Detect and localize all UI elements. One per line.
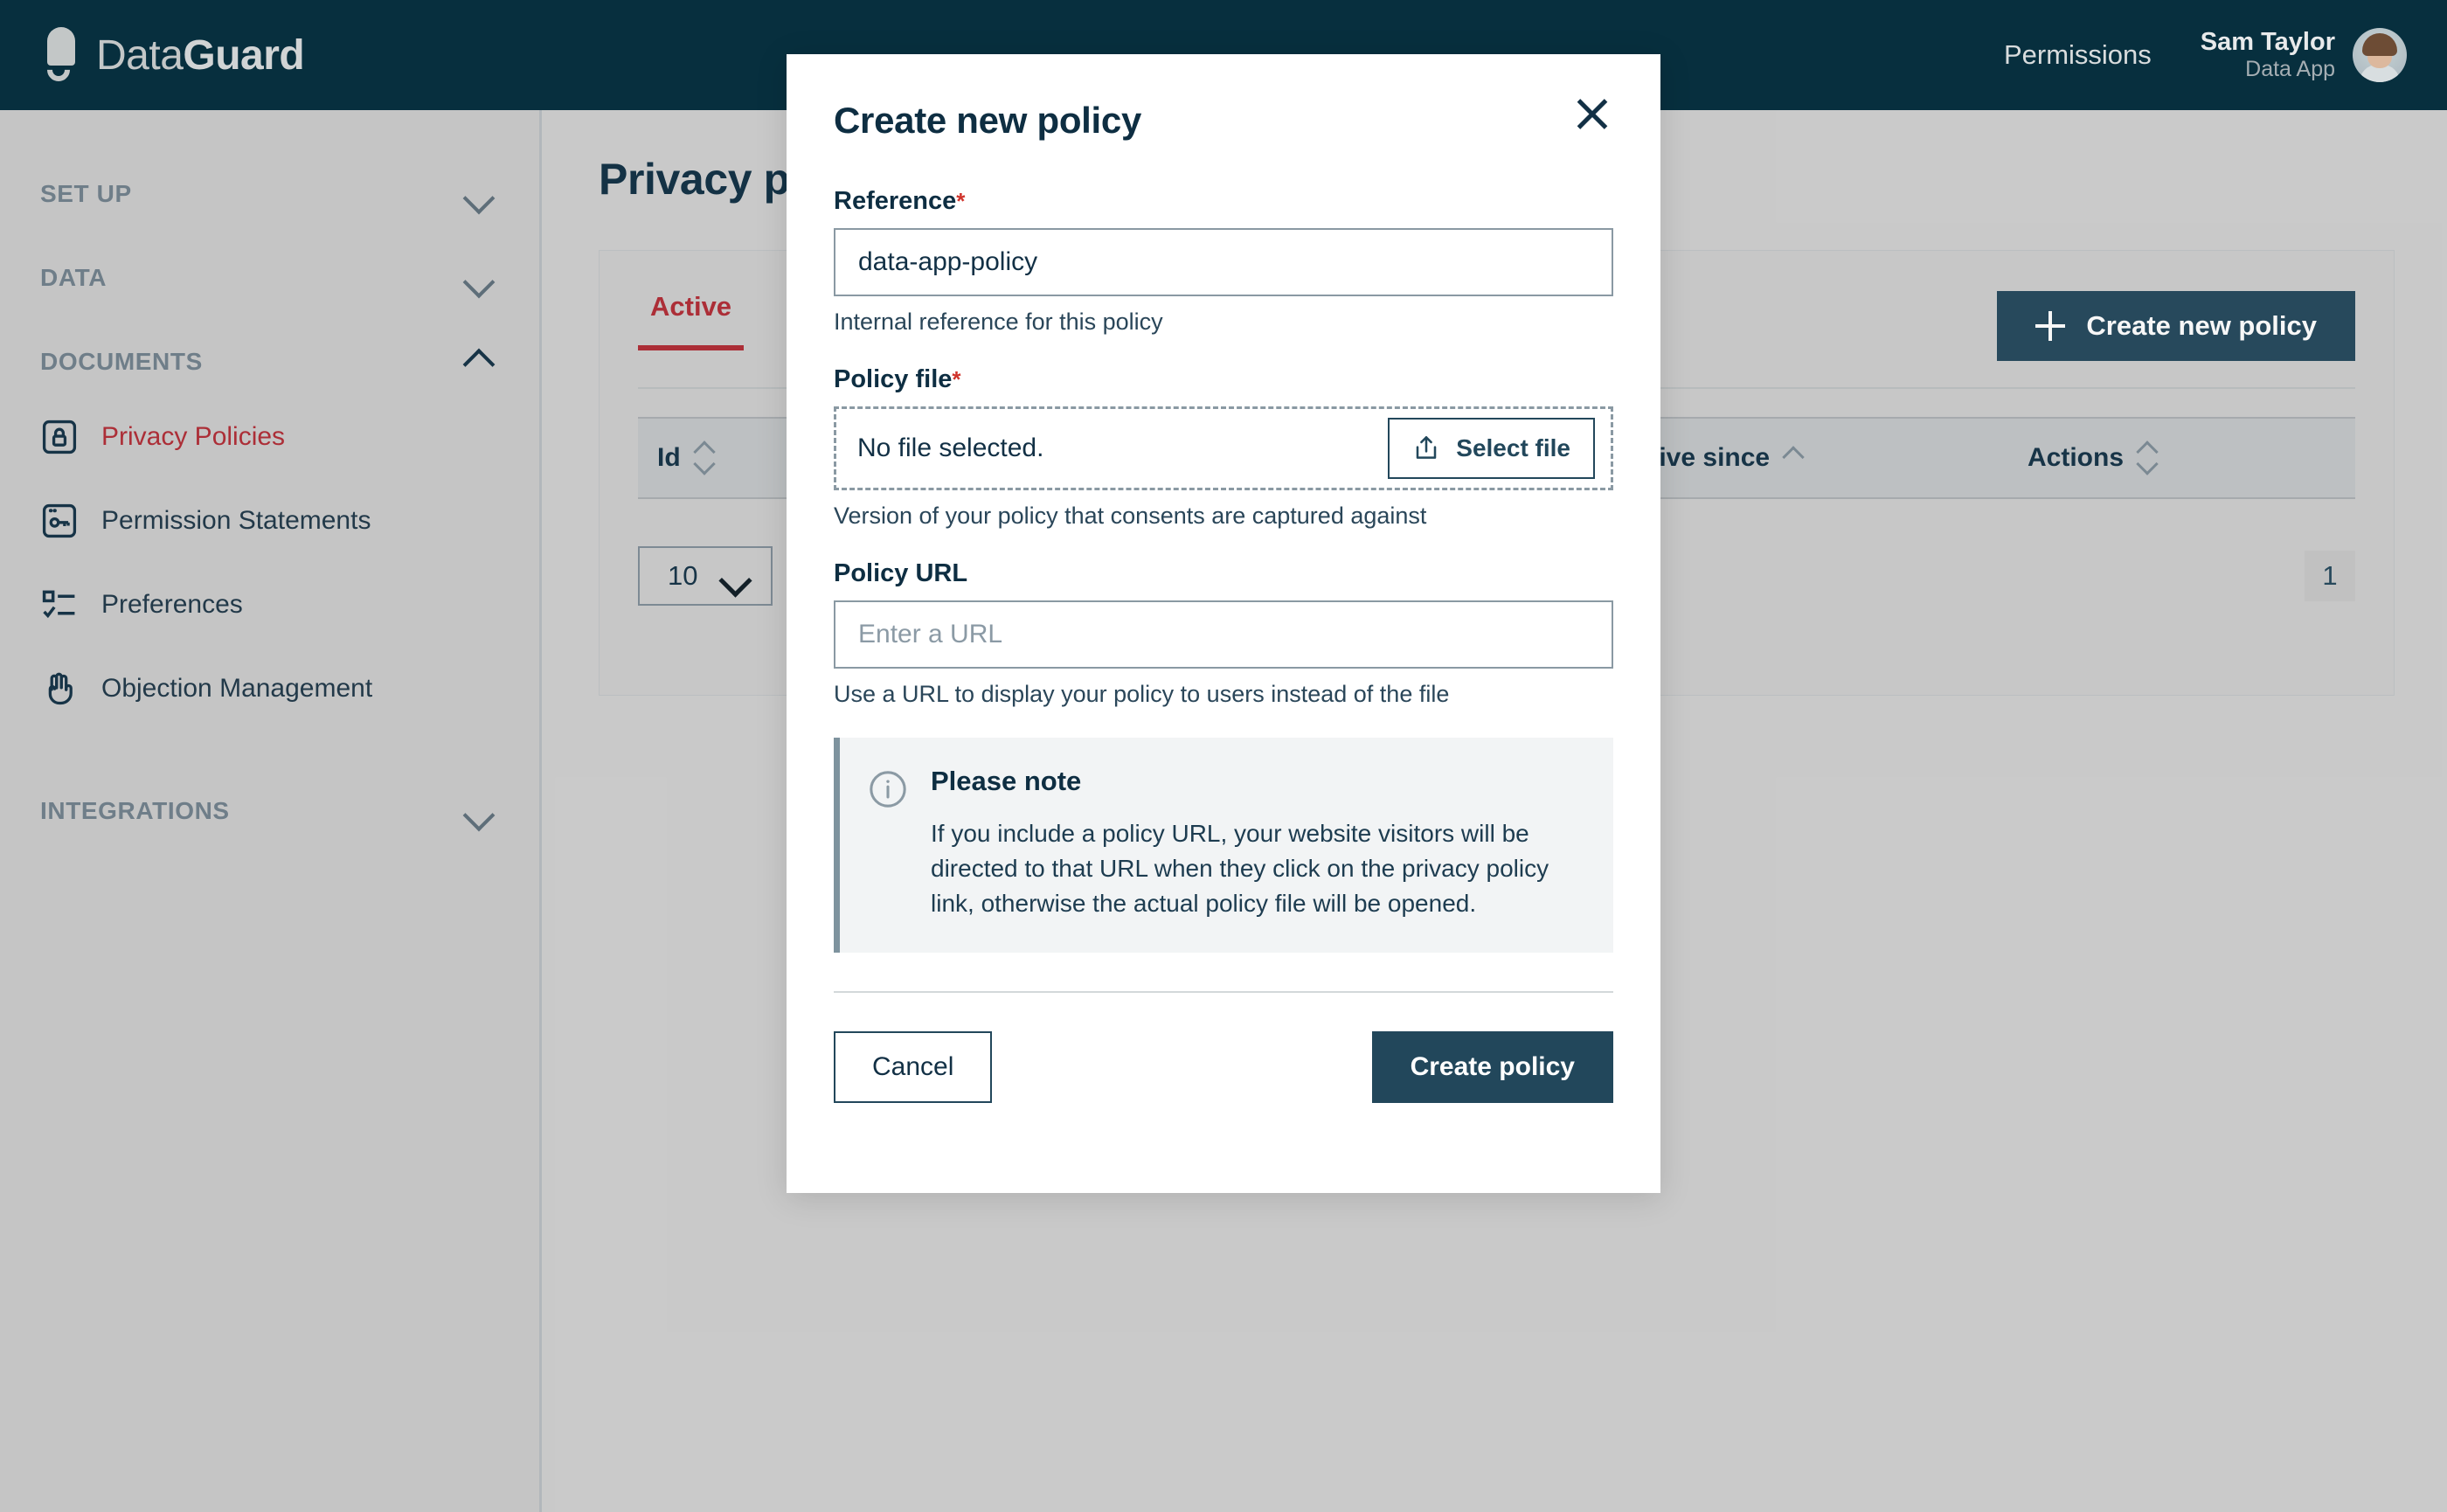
file-status-text: No file selected. bbox=[857, 433, 1044, 462]
policy-url-hint: Use a URL to display your policy to user… bbox=[834, 681, 1450, 707]
application-root: DataGuard Permissions Sam Taylor Data Ap… bbox=[0, 0, 2447, 1512]
required-marker: * bbox=[956, 188, 966, 214]
please-note-callout: Please note If you include a policy URL,… bbox=[834, 738, 1613, 954]
required-marker: * bbox=[952, 366, 961, 392]
note-content: Please note If you include a policy URL,… bbox=[931, 766, 1582, 921]
reference-hint: Internal reference for this policy bbox=[834, 309, 1163, 335]
policy-url-input[interactable] bbox=[834, 600, 1613, 669]
policy-url-label: Policy URL bbox=[834, 559, 968, 587]
reference-input[interactable] bbox=[834, 228, 1613, 296]
policy-url-field-group: Policy URL Use a URL to display your pol… bbox=[834, 559, 1613, 708]
reference-label: Reference* bbox=[834, 187, 1613, 216]
note-body: If you include a policy URL, your websit… bbox=[931, 820, 1549, 918]
policy-file-field-group: Policy file* No file selected. Select fi… bbox=[834, 365, 1613, 530]
policy-file-label-text: Policy file bbox=[834, 365, 953, 393]
reference-label-text: Reference bbox=[834, 187, 957, 215]
create-policy-button[interactable]: Create policy bbox=[1371, 1031, 1613, 1104]
note-title: Please note bbox=[931, 766, 1082, 796]
dialog-footer: Cancel Create policy bbox=[834, 993, 1613, 1104]
policy-file-dropzone[interactable]: No file selected. Select file bbox=[834, 406, 1613, 490]
select-file-button[interactable]: Select file bbox=[1388, 418, 1595, 479]
cancel-button[interactable]: Cancel bbox=[834, 1031, 993, 1104]
policy-file-hint: Version of your policy that consents are… bbox=[834, 503, 1427, 529]
select-file-label: Select file bbox=[1456, 434, 1570, 461]
reference-field-group: Reference* Internal reference for this p… bbox=[834, 187, 1613, 336]
create-new-policy-dialog: Create new policy Reference* Internal re… bbox=[787, 54, 1660, 1193]
dialog-title: Create new policy bbox=[834, 100, 1142, 141]
close-icon[interactable] bbox=[1571, 93, 1613, 135]
dialog-header: Create new policy bbox=[834, 93, 1613, 142]
upload-icon bbox=[1416, 436, 1437, 459]
policy-file-label: Policy file* bbox=[834, 365, 1613, 394]
info-icon bbox=[870, 771, 906, 808]
